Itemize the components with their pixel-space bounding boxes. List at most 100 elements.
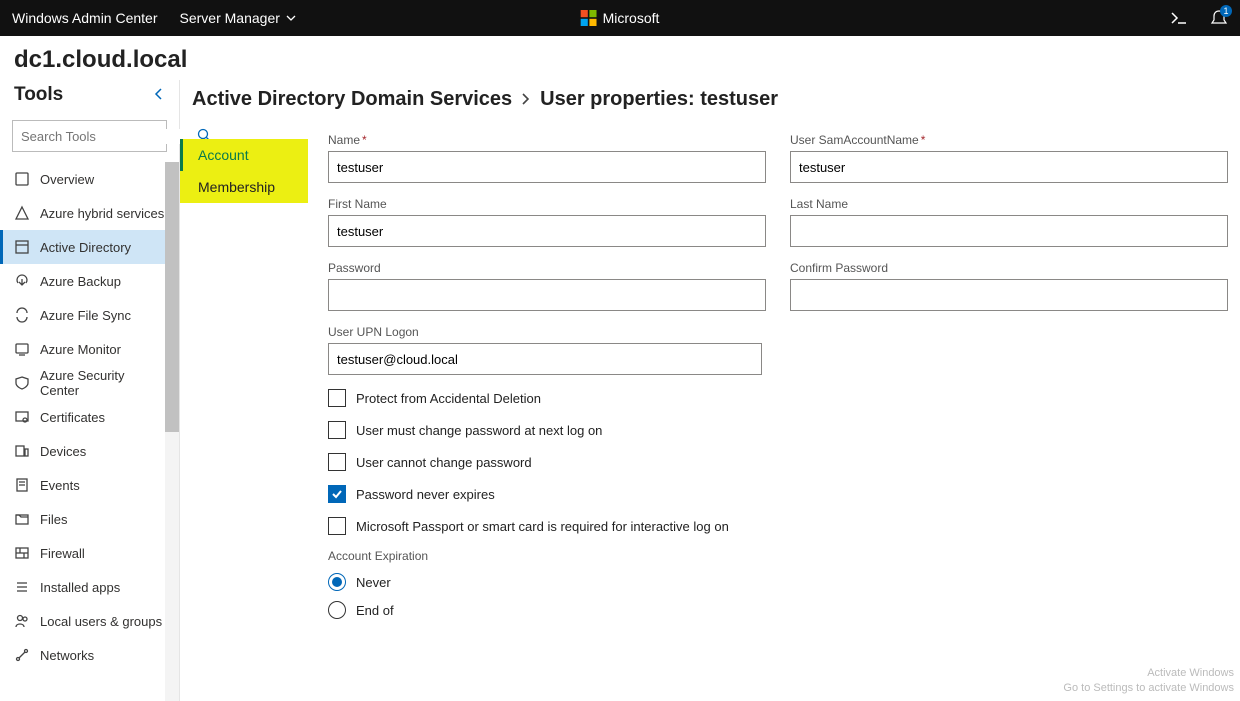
confirm-password-label: Confirm Password: [790, 261, 1228, 275]
breadcrumb-root[interactable]: Active Directory Domain Services: [192, 88, 512, 111]
events-icon: [14, 477, 30, 493]
passport-required-label: Microsoft Passport or smart card is requ…: [356, 519, 729, 534]
tools-title: Tools: [14, 84, 63, 106]
tool-item-azure[interactable]: Azure hybrid services: [0, 196, 179, 230]
host-bar: dc1.cloud.local: [0, 36, 1240, 80]
password-never-expires-label: Password never expires: [356, 487, 495, 502]
protect-deletion-checkbox[interactable]: [328, 389, 346, 407]
certificates-icon: [14, 409, 30, 425]
expiration-never-label: Never: [356, 575, 391, 590]
expiration-endof-label: End of: [356, 603, 394, 618]
tool-item-label: Active Directory: [40, 240, 131, 255]
must-change-password-label: User must change password at next log on: [356, 423, 602, 438]
breadcrumb: Active Directory Domain Services User pr…: [180, 80, 1240, 125]
firewall-icon: [14, 545, 30, 561]
first-name-label: First Name: [328, 197, 766, 211]
ad-icon: [14, 239, 30, 255]
activate-windows-watermark: Activate Windows Go to Settings to activ…: [1063, 666, 1234, 695]
tool-item-label: Files: [40, 512, 67, 527]
tool-item-firewall[interactable]: Firewall: [0, 536, 179, 570]
tool-item-label: Local users & groups: [40, 614, 162, 629]
tool-item-label: Azure Monitor: [40, 342, 121, 357]
tool-item-installed[interactable]: Installed apps: [0, 570, 179, 604]
tool-item-security[interactable]: Azure Security Center: [0, 366, 179, 400]
tool-item-label: Certificates: [40, 410, 105, 425]
password-input[interactable]: [328, 279, 766, 311]
password-never-expires-checkbox[interactable]: [328, 485, 346, 503]
subnav-tab-account[interactable]: Account: [180, 139, 308, 171]
chevron-down-icon: [286, 13, 296, 23]
last-name-input[interactable]: [790, 215, 1228, 247]
notifications-icon[interactable]: 1: [1210, 9, 1228, 27]
tool-item-backup[interactable]: Azure Backup: [0, 264, 179, 298]
breadcrumb-current: User properties: testuser: [540, 88, 778, 111]
upn-label: User UPN Logon: [328, 325, 762, 339]
tools-scrollbar[interactable]: [165, 162, 179, 701]
tool-item-filesync[interactable]: Azure File Sync: [0, 298, 179, 332]
installed-icon: [14, 579, 30, 595]
chevron-left-icon: [153, 88, 165, 100]
first-name-input[interactable]: [328, 215, 766, 247]
top-bar: Windows Admin Center Server Manager Micr…: [0, 0, 1240, 36]
dropdown-label: Server Manager: [180, 10, 280, 26]
app-name[interactable]: Windows Admin Center: [12, 10, 158, 26]
password-label: Password: [328, 261, 766, 275]
sam-account-name-input[interactable]: [790, 151, 1228, 183]
expiration-never-radio[interactable]: [328, 573, 346, 591]
user-properties-subnav: AccountMembership: [180, 125, 308, 701]
tool-item-label: Devices: [40, 444, 86, 459]
tool-item-networks[interactable]: Networks: [0, 638, 179, 672]
tool-item-label: Azure Security Center: [40, 368, 165, 398]
brand: Microsoft: [581, 10, 660, 26]
expiration-endof-radio[interactable]: [328, 601, 346, 619]
security-icon: [14, 375, 30, 391]
tools-search-box[interactable]: [12, 120, 167, 152]
account-expiration-label: Account Expiration: [328, 549, 1228, 563]
tool-item-events[interactable]: Events: [0, 468, 179, 502]
name-label: Name*: [328, 133, 766, 147]
tool-item-ad[interactable]: Active Directory: [0, 230, 179, 264]
users-icon: [14, 613, 30, 629]
notification-badge: 1: [1220, 5, 1232, 17]
host-name: dc1.cloud.local: [14, 46, 187, 73]
check-icon: [331, 488, 343, 500]
tool-item-label: Events: [40, 478, 80, 493]
filesync-icon: [14, 307, 30, 323]
passport-required-checkbox[interactable]: [328, 517, 346, 535]
tool-item-label: Installed apps: [40, 580, 120, 595]
tools-search-input[interactable]: [21, 129, 197, 144]
tool-item-certificates[interactable]: Certificates: [0, 400, 179, 434]
chevron-right-icon: [520, 88, 532, 111]
sam-label: User SamAccountName*: [790, 133, 1228, 147]
cannot-change-password-checkbox[interactable]: [328, 453, 346, 471]
protect-deletion-label: Protect from Accidental Deletion: [356, 391, 541, 406]
collapse-sidebar-button[interactable]: [153, 87, 165, 103]
confirm-password-input[interactable]: [790, 279, 1228, 311]
devices-icon: [14, 443, 30, 459]
tool-item-overview[interactable]: Overview: [0, 162, 179, 196]
tool-item-users[interactable]: Local users & groups: [0, 604, 179, 638]
cloud-shell-icon[interactable]: [1170, 9, 1188, 27]
subnav-tab-membership[interactable]: Membership: [180, 171, 308, 203]
tools-sidebar: Tools Overview Azure hybrid services Activ…: [0, 80, 180, 701]
tool-item-devices[interactable]: Devices: [0, 434, 179, 468]
monitor-icon: [14, 341, 30, 357]
azure-icon: [14, 205, 30, 221]
files-icon: [14, 511, 30, 527]
tool-item-label: Azure File Sync: [40, 308, 131, 323]
must-change-password-checkbox[interactable]: [328, 421, 346, 439]
overview-icon: [14, 171, 30, 187]
microsoft-logo-icon: [581, 10, 597, 26]
upn-logon-input[interactable]: [328, 343, 762, 375]
backup-icon: [14, 273, 30, 289]
tool-item-files[interactable]: Files: [0, 502, 179, 536]
tools-scrollbar-thumb[interactable]: [165, 162, 179, 432]
server-manager-dropdown[interactable]: Server Manager: [180, 10, 296, 26]
tool-item-label: Overview: [40, 172, 94, 187]
user-properties-form: Name* User SamAccountName* First Name La: [308, 125, 1240, 701]
networks-icon: [14, 647, 30, 663]
tool-item-label: Firewall: [40, 546, 85, 561]
name-input[interactable]: [328, 151, 766, 183]
brand-label: Microsoft: [603, 10, 660, 26]
tool-item-monitor[interactable]: Azure Monitor: [0, 332, 179, 366]
